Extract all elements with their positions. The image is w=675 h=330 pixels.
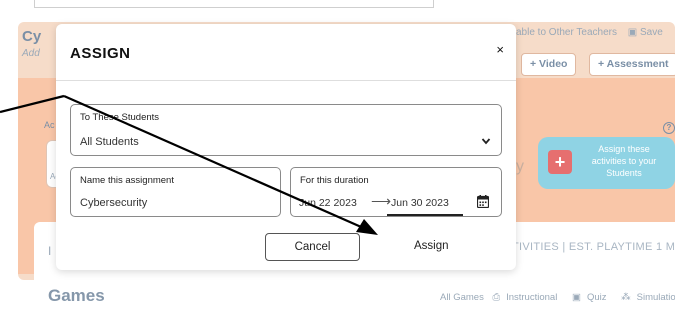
panel-label: I	[48, 244, 52, 258]
instructional-icon: ⎙	[492, 292, 501, 303]
add-video-button[interactable]: + Video	[521, 53, 577, 76]
simulation-icon: ⁂	[621, 292, 631, 303]
end-date[interactable]: Jun 30 2023	[391, 197, 449, 209]
games-heading: Games	[48, 286, 105, 305]
calendar-plus-icon: +	[548, 150, 572, 174]
activities-summary: TIVITIES | EST. PLAYTIME 1 MIN	[512, 241, 675, 253]
duration-label: For this duration	[300, 175, 369, 186]
quiz-icon: ▣	[571, 292, 581, 303]
duration-field[interactable]: For this duration Jun 22 2023 ⟶ Jun 30 2…	[290, 167, 502, 217]
assign-button[interactable]: Assign	[414, 240, 449, 252]
share-link[interactable]: able to Other Teachers	[516, 27, 617, 38]
save-label: Save	[640, 27, 663, 38]
activity-title: Cy	[22, 28, 42, 45]
calendar-icon[interactable]	[477, 195, 489, 208]
cancel-button[interactable]: Cancel	[265, 233, 360, 261]
background-letter: y	[516, 158, 524, 175]
filter-instructional-label: Instructional	[506, 292, 558, 303]
save-link[interactable]: ▣ Save	[628, 27, 663, 38]
activity-subtitle: Add	[22, 48, 40, 59]
modal-title: ASSIGN	[70, 45, 131, 62]
chevron-down-icon	[481, 138, 491, 145]
filter-quiz-label: Quiz	[586, 292, 607, 303]
assign-modal: ASSIGN × To These Students All Students …	[56, 24, 516, 270]
start-date[interactable]: Jun 22 2023	[299, 197, 357, 209]
add-assessment-button[interactable]: + Assessment	[589, 53, 675, 76]
students-label: To These Students	[80, 112, 160, 123]
filter-quiz[interactable]: ▣ Quiz	[572, 292, 613, 303]
end-date-underline	[387, 214, 463, 216]
students-value: All Students	[80, 136, 139, 148]
game-filters: All Games ⎙ Instructional ▣ Quiz ⁂ Simulati…	[440, 292, 675, 303]
help-icon[interactable]: ?	[663, 122, 675, 134]
filter-all-games[interactable]: All Games	[440, 292, 484, 303]
left-tab-label[interactable]: Ac	[44, 120, 55, 130]
top-actions: able to Other Teachers ▣ Save	[516, 27, 663, 38]
assignment-name-field[interactable]: Name this assignment Cybersecurity	[70, 167, 281, 217]
assignment-name-label: Name this assignment	[80, 175, 174, 186]
students-select[interactable]: To These Students All Students	[70, 104, 502, 156]
arrow-right-icon: ⟶	[371, 193, 392, 209]
assignment-name-value: Cybersecurity	[80, 197, 148, 209]
filter-instructional[interactable]: ⎙ Instructional	[492, 292, 563, 303]
filter-simulation[interactable]: ⁂ Simulation	[621, 292, 675, 303]
modal-divider	[56, 80, 516, 81]
filter-simulation-label: Simulation	[636, 292, 675, 303]
save-icon: ▣	[627, 27, 641, 38]
close-icon[interactable]: ×	[496, 42, 504, 57]
top-search-input[interactable]	[34, 0, 434, 8]
assign-card-text: Assign these activities to your Students	[591, 144, 657, 178]
